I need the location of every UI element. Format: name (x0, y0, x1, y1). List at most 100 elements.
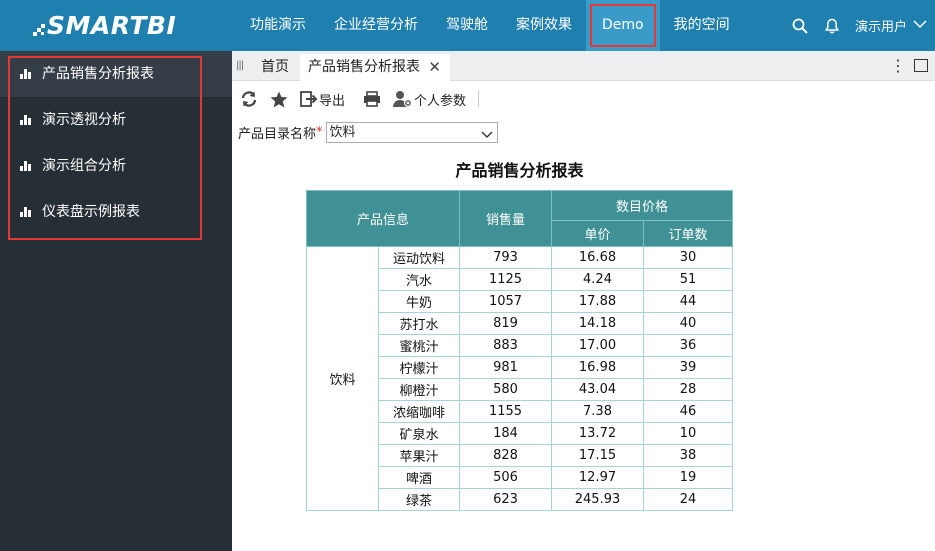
sales-cell: 580 (459, 378, 552, 401)
sales-cell: 981 (459, 356, 552, 379)
logo-mark-icon (33, 24, 45, 36)
category-select-value: 饮料 (329, 124, 356, 140)
sales-cell: 506 (459, 466, 552, 489)
unit-price-cell: 17.88 (551, 290, 644, 313)
grip-handle-icon[interactable]: ||| (236, 60, 244, 71)
close-icon[interactable]: ✕ (428, 54, 441, 81)
param-label: 产品目录名称 (238, 126, 317, 142)
chevron-down-icon[interactable] (913, 18, 927, 33)
unit-price-cell: 17.15 (551, 444, 644, 467)
header-sales: 销售量 (459, 190, 552, 247)
logo-text: SMARTBI (47, 10, 177, 40)
sidebar-item-product-sales-report[interactable]: 产品销售分析报表 (0, 51, 232, 97)
nav-item-demo[interactable]: Demo (586, 0, 660, 51)
export-icon (300, 91, 318, 107)
personal-params-label: 个人参数 (414, 93, 467, 109)
tab-home[interactable]: 首页 (253, 54, 297, 81)
unit-price-cell: 13.72 (551, 422, 644, 445)
required-mark: * (316, 124, 323, 140)
order-count-cell: 46 (643, 400, 733, 423)
order-count-cell: 39 (643, 356, 733, 379)
report-table-body: 饮料 运动饮料 793 16.68 30 汽水 1125 4.24 51 牛奶 1057 17.88 4… (306, 246, 733, 511)
sales-cell: 883 (459, 334, 552, 357)
export-button[interactable]: 导出 (300, 89, 345, 109)
nav-item-cockpit[interactable]: 驾驶舱 (432, 0, 502, 51)
order-count-cell: 40 (643, 312, 733, 335)
unit-price-cell: 14.18 (551, 312, 644, 335)
product-name-cell: 牛奶 (378, 290, 460, 313)
sidebar-item-label: 产品销售分析报表 (42, 66, 154, 82)
sales-cell: 819 (459, 312, 552, 335)
report-table: 产品信息 销售量 数目价格 单价 订单数 饮料 运动饮料 793 16.68 30 汽水 1… (306, 190, 733, 511)
user-gear-icon (393, 91, 412, 107)
sales-cell: 623 (459, 488, 552, 511)
export-label: 导出 (319, 93, 346, 109)
table-row: 饮料 运动饮料 793 16.68 30 (306, 246, 733, 511)
order-count-cell: 38 (643, 444, 733, 467)
report-title: 产品销售分析报表 (455, 161, 584, 180)
product-name-cell: 苏打水 (378, 312, 460, 335)
param-row: 产品目录名称 * 饮料 (238, 121, 498, 143)
order-count-cell: 28 (643, 378, 733, 401)
category-cell: 饮料 (306, 246, 379, 511)
sidebar-item-label: 演示组合分析 (42, 158, 126, 174)
bar-chart-icon (20, 207, 32, 217)
sales-cell: 793 (459, 246, 552, 269)
print-icon[interactable] (363, 89, 381, 109)
sidebar-item-label: 仪表盘示例报表 (42, 204, 140, 220)
report-toolbar: 导出 个人参数 (232, 81, 935, 117)
personal-params-button[interactable]: 个人参数 (393, 89, 466, 109)
unit-price-cell: 43.04 (551, 378, 644, 401)
sales-cell: 1125 (459, 268, 552, 291)
bell-icon[interactable] (823, 17, 841, 35)
order-count-cell: 24 (643, 488, 733, 511)
search-icon[interactable] (791, 17, 809, 35)
tab-strip: ||| 首页 产品销售分析报表 ✕ ⋮ (232, 51, 935, 81)
nav-item-my-space[interactable]: 我的空间 (660, 0, 744, 51)
sidebar-item-label: 演示透视分析 (42, 112, 126, 128)
sales-cell: 1155 (459, 400, 552, 423)
more-vertical-icon[interactable]: ⋮ (890, 56, 906, 75)
header-unit-price: 单价 (551, 220, 644, 247)
nav-item-business-analysis[interactable]: 企业经营分析 (320, 0, 432, 51)
unit-price-cell: 16.68 (551, 246, 644, 269)
order-count-cell: 10 (643, 422, 733, 445)
main-nav: 功能演示 企业经营分析 驾驶舱 案例效果 Demo 我的空间 (236, 0, 744, 51)
nav-item-cases[interactable]: 案例效果 (502, 0, 586, 51)
sales-cell: 184 (459, 422, 552, 445)
unit-price-cell: 245.93 (551, 488, 644, 511)
header-order-count: 订单数 (643, 220, 733, 247)
maximize-icon[interactable] (914, 59, 928, 72)
sidebar-item-dashboard-report[interactable]: 仪表盘示例报表 (0, 189, 232, 235)
sidebar: 产品销售分析报表 演示透视分析 演示组合分析 仪表盘示例报表 (0, 51, 232, 551)
sidebar-item-combo-analysis[interactable]: 演示组合分析 (0, 143, 232, 189)
star-icon[interactable] (270, 89, 288, 109)
order-count-cell: 19 (643, 466, 733, 489)
product-name-cell: 蜜桃汁 (378, 334, 460, 357)
top-right-tools: 演示用户 (791, 0, 935, 51)
bar-chart-icon (20, 115, 32, 125)
toolbar-divider (478, 90, 479, 107)
bar-chart-icon (20, 161, 32, 171)
product-name-cell: 汽水 (378, 268, 460, 291)
tab-product-sales-report[interactable]: 产品销售分析报表 ✕ (300, 54, 450, 81)
unit-price-cell: 17.00 (551, 334, 644, 357)
product-name-cell: 柠檬汁 (378, 356, 460, 379)
sales-cell: 828 (459, 444, 552, 467)
product-name-cell: 啤酒 (378, 466, 460, 489)
category-select[interactable]: 饮料 (325, 121, 498, 145)
order-count-cell: 44 (643, 290, 733, 313)
sidebar-item-pivot-analysis[interactable]: 演示透视分析 (0, 97, 232, 143)
order-count-cell: 30 (643, 246, 733, 269)
unit-price-cell: 4.24 (551, 268, 644, 291)
unit-price-cell: 16.98 (551, 356, 644, 379)
logo[interactable]: SMARTBI (33, 10, 176, 40)
user-menu-label[interactable]: 演示用户 (855, 16, 907, 35)
refresh-icon[interactable] (241, 89, 257, 109)
nav-item-features[interactable]: 功能演示 (236, 0, 320, 51)
order-count-cell: 36 (643, 334, 733, 357)
product-name-cell: 苹果汁 (378, 444, 460, 467)
header-price-group: 数目价格 (551, 190, 733, 221)
product-name-cell: 运动饮料 (378, 246, 460, 269)
chevron-down-icon[interactable] (481, 126, 493, 145)
